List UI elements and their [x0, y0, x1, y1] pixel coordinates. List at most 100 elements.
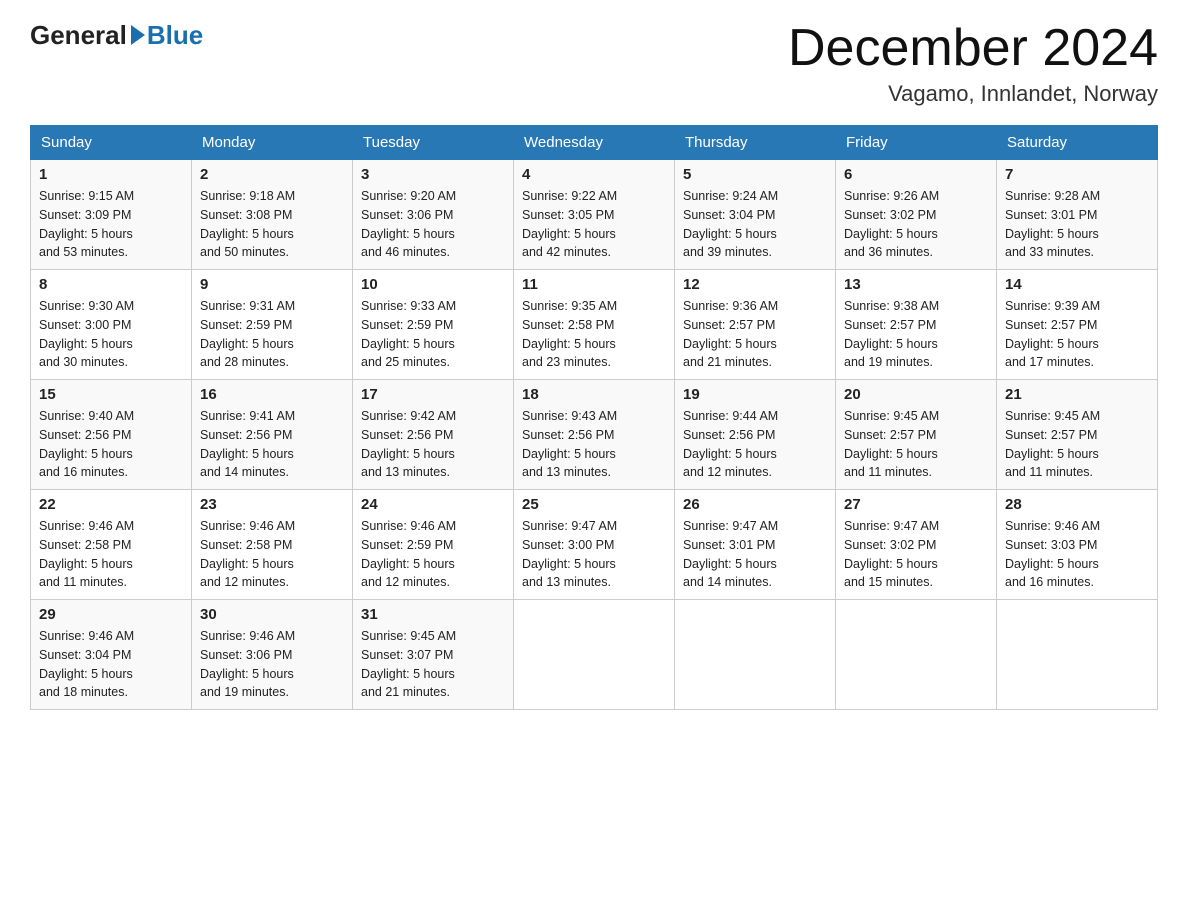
- day-detail: Sunrise: 9:35 AMSunset: 2:58 PMDaylight:…: [522, 297, 666, 372]
- day-cell: [514, 600, 675, 710]
- day-number: 27: [844, 496, 988, 513]
- day-cell: 21 Sunrise: 9:45 AMSunset: 2:57 PMDaylig…: [997, 380, 1158, 490]
- day-detail: Sunrise: 9:45 AMSunset: 3:07 PMDaylight:…: [361, 627, 505, 702]
- day-number: 6: [844, 166, 988, 183]
- day-cell: 15 Sunrise: 9:40 AMSunset: 2:56 PMDaylig…: [31, 380, 192, 490]
- day-cell: 14 Sunrise: 9:39 AMSunset: 2:57 PMDaylig…: [997, 270, 1158, 380]
- day-number: 29: [39, 606, 183, 623]
- day-detail: Sunrise: 9:46 AMSunset: 2:59 PMDaylight:…: [361, 517, 505, 592]
- day-detail: Sunrise: 9:41 AMSunset: 2:56 PMDaylight:…: [200, 407, 344, 482]
- day-detail: Sunrise: 9:31 AMSunset: 2:59 PMDaylight:…: [200, 297, 344, 372]
- day-detail: Sunrise: 9:46 AMSunset: 3:03 PMDaylight:…: [1005, 517, 1149, 592]
- day-cell: 18 Sunrise: 9:43 AMSunset: 2:56 PMDaylig…: [514, 380, 675, 490]
- header-cell-thursday: Thursday: [675, 126, 836, 160]
- location-text: Vagamo, Innlandet, Norway: [788, 81, 1158, 107]
- day-cell: 9 Sunrise: 9:31 AMSunset: 2:59 PMDayligh…: [192, 270, 353, 380]
- day-number: 28: [1005, 496, 1149, 513]
- day-number: 13: [844, 276, 988, 293]
- day-cell: 28 Sunrise: 9:46 AMSunset: 3:03 PMDaylig…: [997, 490, 1158, 600]
- day-cell: 24 Sunrise: 9:46 AMSunset: 2:59 PMDaylig…: [353, 490, 514, 600]
- day-cell: 25 Sunrise: 9:47 AMSunset: 3:00 PMDaylig…: [514, 490, 675, 600]
- logo-general-text: General: [30, 20, 127, 51]
- logo-blue-text: Blue: [147, 20, 203, 51]
- day-number: 5: [683, 166, 827, 183]
- day-cell: 13 Sunrise: 9:38 AMSunset: 2:57 PMDaylig…: [836, 270, 997, 380]
- day-detail: Sunrise: 9:24 AMSunset: 3:04 PMDaylight:…: [683, 187, 827, 262]
- day-detail: Sunrise: 9:46 AMSunset: 2:58 PMDaylight:…: [39, 517, 183, 592]
- day-number: 24: [361, 496, 505, 513]
- logo-triangle-icon: [131, 25, 145, 45]
- header-cell-saturday: Saturday: [997, 126, 1158, 160]
- day-number: 11: [522, 276, 666, 293]
- week-row-2: 8 Sunrise: 9:30 AMSunset: 3:00 PMDayligh…: [31, 270, 1158, 380]
- day-number: 18: [522, 386, 666, 403]
- day-number: 31: [361, 606, 505, 623]
- day-cell: 16 Sunrise: 9:41 AMSunset: 2:56 PMDaylig…: [192, 380, 353, 490]
- day-detail: Sunrise: 9:44 AMSunset: 2:56 PMDaylight:…: [683, 407, 827, 482]
- day-number: 19: [683, 386, 827, 403]
- day-cell: 7 Sunrise: 9:28 AMSunset: 3:01 PMDayligh…: [997, 160, 1158, 270]
- day-number: 23: [200, 496, 344, 513]
- day-number: 14: [1005, 276, 1149, 293]
- day-cell: [836, 600, 997, 710]
- day-number: 26: [683, 496, 827, 513]
- day-detail: Sunrise: 9:45 AMSunset: 2:57 PMDaylight:…: [1005, 407, 1149, 482]
- day-detail: Sunrise: 9:42 AMSunset: 2:56 PMDaylight:…: [361, 407, 505, 482]
- header-row: SundayMondayTuesdayWednesdayThursdayFrid…: [31, 126, 1158, 160]
- day-cell: 23 Sunrise: 9:46 AMSunset: 2:58 PMDaylig…: [192, 490, 353, 600]
- day-detail: Sunrise: 9:22 AMSunset: 3:05 PMDaylight:…: [522, 187, 666, 262]
- day-detail: Sunrise: 9:45 AMSunset: 2:57 PMDaylight:…: [844, 407, 988, 482]
- week-row-3: 15 Sunrise: 9:40 AMSunset: 2:56 PMDaylig…: [31, 380, 1158, 490]
- day-detail: Sunrise: 9:28 AMSunset: 3:01 PMDaylight:…: [1005, 187, 1149, 262]
- day-cell: 11 Sunrise: 9:35 AMSunset: 2:58 PMDaylig…: [514, 270, 675, 380]
- day-number: 16: [200, 386, 344, 403]
- day-cell: 2 Sunrise: 9:18 AMSunset: 3:08 PMDayligh…: [192, 160, 353, 270]
- day-detail: Sunrise: 9:47 AMSunset: 3:01 PMDaylight:…: [683, 517, 827, 592]
- header-cell-tuesday: Tuesday: [353, 126, 514, 160]
- day-number: 25: [522, 496, 666, 513]
- day-number: 20: [844, 386, 988, 403]
- day-cell: 17 Sunrise: 9:42 AMSunset: 2:56 PMDaylig…: [353, 380, 514, 490]
- day-number: 8: [39, 276, 183, 293]
- day-detail: Sunrise: 9:47 AMSunset: 3:02 PMDaylight:…: [844, 517, 988, 592]
- day-cell: 20 Sunrise: 9:45 AMSunset: 2:57 PMDaylig…: [836, 380, 997, 490]
- day-detail: Sunrise: 9:47 AMSunset: 3:00 PMDaylight:…: [522, 517, 666, 592]
- month-title: December 2024: [788, 20, 1158, 77]
- day-cell: 27 Sunrise: 9:47 AMSunset: 3:02 PMDaylig…: [836, 490, 997, 600]
- day-detail: Sunrise: 9:18 AMSunset: 3:08 PMDaylight:…: [200, 187, 344, 262]
- header-cell-wednesday: Wednesday: [514, 126, 675, 160]
- day-cell: 26 Sunrise: 9:47 AMSunset: 3:01 PMDaylig…: [675, 490, 836, 600]
- day-number: 1: [39, 166, 183, 183]
- day-number: 21: [1005, 386, 1149, 403]
- day-cell: 6 Sunrise: 9:26 AMSunset: 3:02 PMDayligh…: [836, 160, 997, 270]
- day-cell: 29 Sunrise: 9:46 AMSunset: 3:04 PMDaylig…: [31, 600, 192, 710]
- logo: General Blue: [30, 20, 203, 51]
- day-detail: Sunrise: 9:33 AMSunset: 2:59 PMDaylight:…: [361, 297, 505, 372]
- day-cell: 12 Sunrise: 9:36 AMSunset: 2:57 PMDaylig…: [675, 270, 836, 380]
- day-cell: 30 Sunrise: 9:46 AMSunset: 3:06 PMDaylig…: [192, 600, 353, 710]
- day-detail: Sunrise: 9:46 AMSunset: 3:04 PMDaylight:…: [39, 627, 183, 702]
- day-cell: 19 Sunrise: 9:44 AMSunset: 2:56 PMDaylig…: [675, 380, 836, 490]
- day-cell: 1 Sunrise: 9:15 AMSunset: 3:09 PMDayligh…: [31, 160, 192, 270]
- day-cell: 5 Sunrise: 9:24 AMSunset: 3:04 PMDayligh…: [675, 160, 836, 270]
- week-row-5: 29 Sunrise: 9:46 AMSunset: 3:04 PMDaylig…: [31, 600, 1158, 710]
- day-number: 12: [683, 276, 827, 293]
- day-number: 22: [39, 496, 183, 513]
- calendar-table: SundayMondayTuesdayWednesdayThursdayFrid…: [30, 125, 1158, 710]
- day-number: 7: [1005, 166, 1149, 183]
- header-cell-friday: Friday: [836, 126, 997, 160]
- day-cell: 31 Sunrise: 9:45 AMSunset: 3:07 PMDaylig…: [353, 600, 514, 710]
- day-number: 3: [361, 166, 505, 183]
- day-detail: Sunrise: 9:46 AMSunset: 3:06 PMDaylight:…: [200, 627, 344, 702]
- day-detail: Sunrise: 9:15 AMSunset: 3:09 PMDaylight:…: [39, 187, 183, 262]
- calendar-header: SundayMondayTuesdayWednesdayThursdayFrid…: [31, 126, 1158, 160]
- day-cell: 10 Sunrise: 9:33 AMSunset: 2:59 PMDaylig…: [353, 270, 514, 380]
- day-number: 30: [200, 606, 344, 623]
- day-number: 2: [200, 166, 344, 183]
- day-detail: Sunrise: 9:40 AMSunset: 2:56 PMDaylight:…: [39, 407, 183, 482]
- day-number: 17: [361, 386, 505, 403]
- day-cell: 22 Sunrise: 9:46 AMSunset: 2:58 PMDaylig…: [31, 490, 192, 600]
- day-detail: Sunrise: 9:43 AMSunset: 2:56 PMDaylight:…: [522, 407, 666, 482]
- day-detail: Sunrise: 9:30 AMSunset: 3:00 PMDaylight:…: [39, 297, 183, 372]
- day-cell: [675, 600, 836, 710]
